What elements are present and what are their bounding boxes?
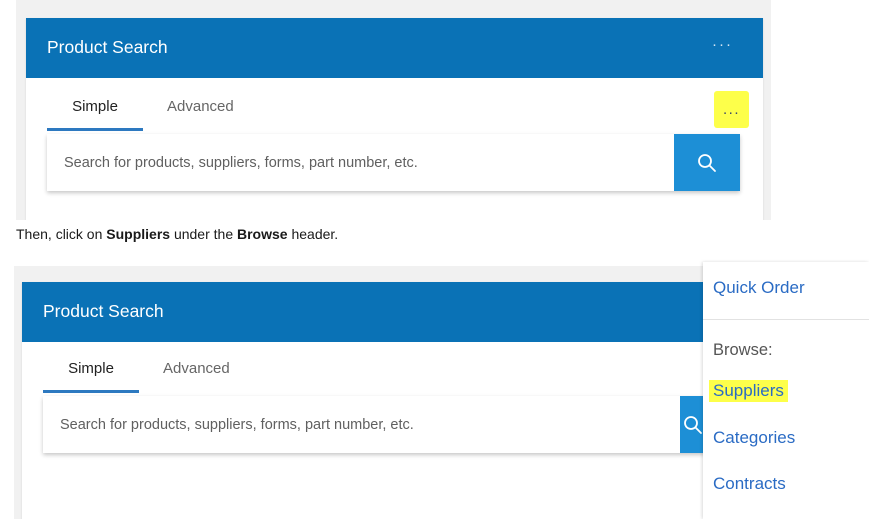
product-search-card: Product Search Simple Advanced bbox=[22, 282, 710, 519]
instruction-text: Then, click on Suppliers under the Brows… bbox=[16, 226, 338, 242]
search-button[interactable] bbox=[674, 134, 740, 191]
search-input[interactable] bbox=[47, 134, 676, 191]
card-title: Product Search bbox=[43, 301, 164, 321]
search-input[interactable] bbox=[43, 396, 672, 453]
search-bar bbox=[43, 396, 710, 453]
instruction-bold-browse: Browse bbox=[237, 226, 288, 242]
menu-divider bbox=[703, 319, 869, 320]
menu-item-categories[interactable]: Categories bbox=[713, 428, 795, 448]
tab-simple[interactable]: Simple bbox=[47, 98, 143, 132]
menu-item-quick-order[interactable]: Quick Order bbox=[713, 278, 805, 298]
menu-item-suppliers[interactable]: Suppliers bbox=[709, 380, 788, 402]
instruction-part: under the bbox=[170, 226, 237, 242]
tab-advanced[interactable]: Advanced bbox=[167, 98, 234, 115]
card-title: Product Search bbox=[47, 37, 168, 57]
screenshot-product-search-1: Product Search ··· Simple Advanced ... bbox=[16, 0, 771, 220]
search-icon bbox=[698, 153, 716, 172]
search-icon bbox=[684, 415, 702, 434]
more-dropdown-menu: Quick Order Browse: Suppliers Categories… bbox=[703, 262, 869, 519]
card-header: Product Search ··· bbox=[26, 18, 763, 78]
menu-item-contracts[interactable]: Contracts bbox=[713, 474, 786, 494]
more-menu-button[interactable]: ... bbox=[714, 91, 749, 128]
screenshot-product-search-2: Product Search Simple Advanced bbox=[14, 266, 710, 519]
tab-advanced[interactable]: Advanced bbox=[163, 360, 230, 377]
tab-simple[interactable]: Simple bbox=[43, 360, 139, 394]
instruction-bold-suppliers: Suppliers bbox=[106, 226, 171, 242]
card-header: Product Search bbox=[22, 282, 710, 342]
header-more-icon[interactable]: ··· bbox=[712, 36, 733, 53]
instruction-part: header. bbox=[287, 226, 339, 242]
search-bar bbox=[47, 134, 740, 191]
instruction-part: Then, click on bbox=[16, 226, 107, 242]
browse-header: Browse: bbox=[713, 341, 773, 359]
product-search-card: Product Search ··· Simple Advanced ... bbox=[26, 18, 763, 220]
